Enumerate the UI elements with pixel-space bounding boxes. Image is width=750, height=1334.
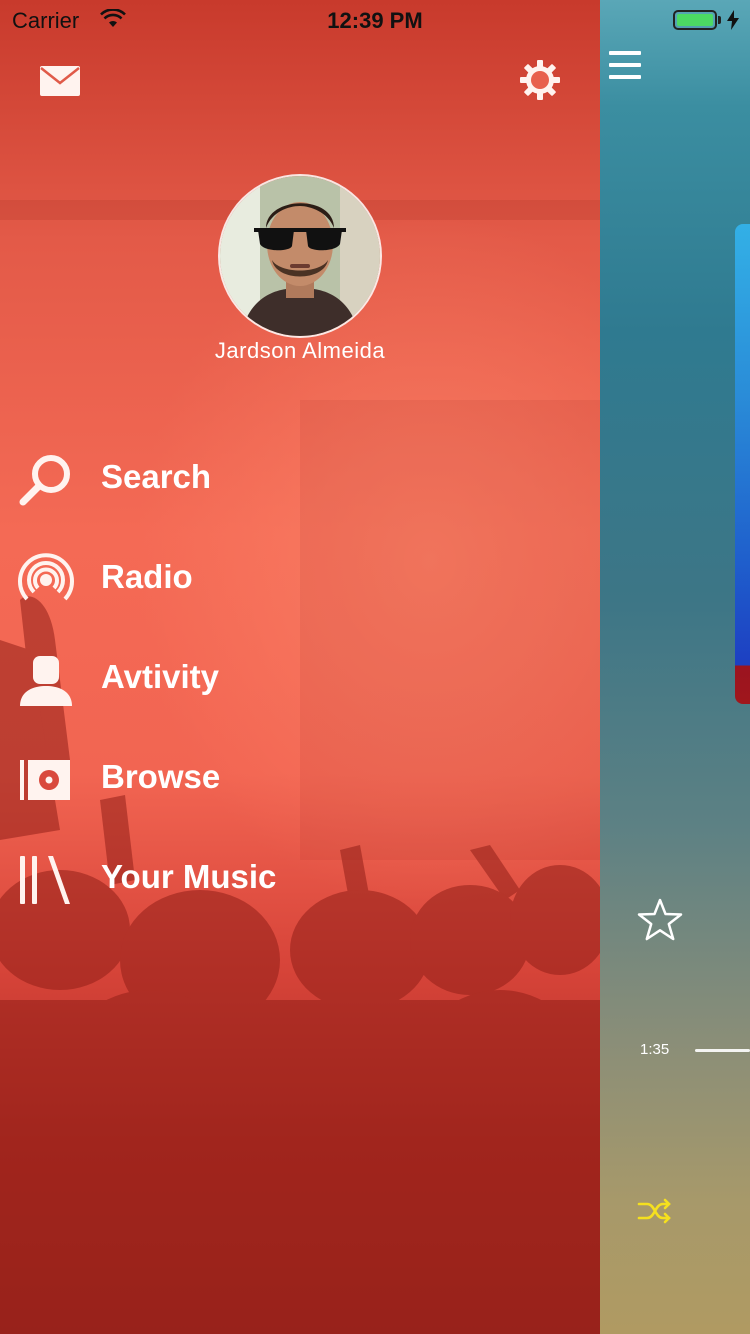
battery-level [677, 14, 713, 26]
search-icon [19, 455, 70, 506]
status-bar: Carrier 12:39 PM [0, 0, 750, 40]
radio-broadcast-icon [18, 553, 74, 601]
library-icon [20, 856, 70, 904]
menu-item-your-music[interactable]: Your Music [0, 834, 600, 924]
menu-item-radio[interactable]: Radio [0, 534, 600, 624]
menu-item-search[interactable]: Search [0, 434, 600, 524]
elapsed-time: 1:35 [640, 1041, 670, 1058]
battery-icon [673, 10, 717, 30]
person-icon [20, 656, 72, 706]
charging-bolt-icon [727, 10, 739, 30]
menu-label-browse: Browse [101, 758, 221, 795]
clock: 12:39 PM [327, 8, 423, 33]
browse-album-icon [20, 760, 70, 800]
menu-item-browse[interactable]: Browse [0, 734, 600, 824]
star-outline-icon[interactable] [637, 898, 683, 942]
menu-label-search: Search [101, 458, 212, 495]
progress-bar[interactable] [695, 1049, 750, 1052]
player-panel [600, 0, 750, 1334]
shuffle-icon[interactable] [637, 1196, 673, 1226]
mail-icon[interactable] [40, 66, 80, 96]
battery-tip [718, 16, 721, 24]
menu-item-activity[interactable]: Avtivity [0, 634, 600, 724]
avatar[interactable] [220, 176, 380, 336]
menu-label-activity: Avtivity [101, 658, 219, 695]
album-art-card[interactable] [735, 224, 750, 704]
menu-label-radio: Radio [101, 558, 193, 595]
profile-name: Jardson Almeida [214, 338, 386, 363]
hamburger-menu-icon[interactable] [609, 48, 643, 82]
menu-label-your-music: Your Music [101, 858, 277, 895]
avatar-photo [220, 176, 380, 336]
gear-icon[interactable] [518, 58, 562, 102]
